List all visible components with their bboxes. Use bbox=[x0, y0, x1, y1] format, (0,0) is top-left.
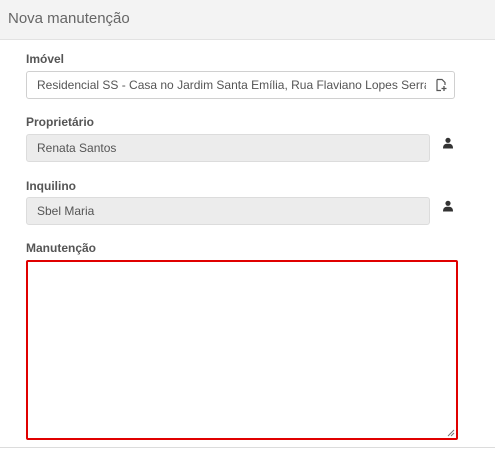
add-document-icon[interactable] bbox=[434, 78, 448, 92]
person-icon[interactable] bbox=[442, 200, 454, 212]
modal-header: Nova manutenção bbox=[0, 0, 495, 40]
resize-grip-icon[interactable] bbox=[447, 429, 455, 437]
modal-title: Nova manutenção bbox=[8, 10, 130, 27]
inquilino-field: Sbel Maria bbox=[26, 197, 430, 225]
proprietario-field: Renata Santos bbox=[26, 134, 430, 162]
imovel-field[interactable]: Residencial SS - Casa no Jardim Santa Em… bbox=[26, 71, 455, 99]
person-icon[interactable] bbox=[442, 137, 454, 149]
manutencao-label: Manutenção bbox=[26, 241, 97, 255]
footer-divider bbox=[0, 447, 495, 448]
proprietario-label: Proprietário bbox=[26, 115, 95, 129]
inquilino-value: Sbel Maria bbox=[37, 204, 95, 218]
proprietario-value: Renata Santos bbox=[37, 141, 117, 155]
inquilino-label: Inquilino bbox=[26, 179, 76, 193]
imovel-value: Residencial SS - Casa no Jardim Santa Em… bbox=[37, 78, 426, 92]
imovel-label: Imóvel bbox=[26, 52, 65, 66]
manutencao-textarea[interactable] bbox=[26, 260, 458, 440]
